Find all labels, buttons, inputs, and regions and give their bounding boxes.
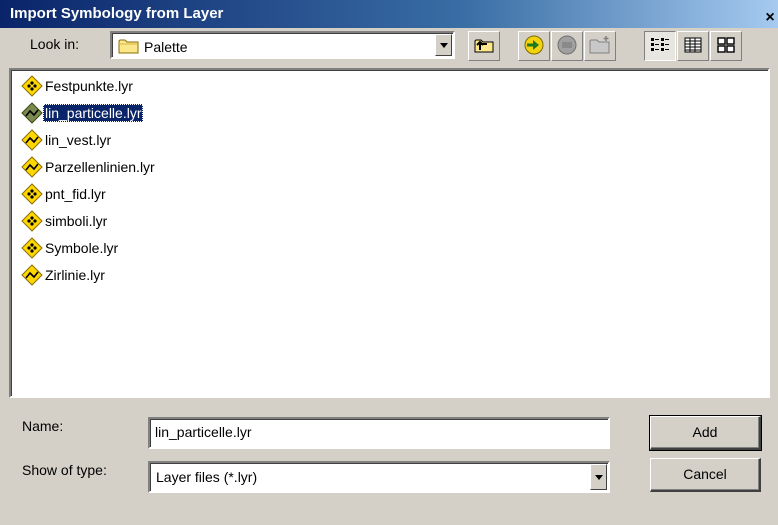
look-in-dropdown[interactable]: Palette: [110, 31, 455, 59]
list-item[interactable]: Parzellenlinien.lyr: [21, 155, 157, 179]
look-in-label: Look in:: [30, 36, 80, 52]
cancel-button[interactable]: Cancel: [650, 458, 761, 492]
show-of-type-dropdown[interactable]: Layer files (*.lyr): [148, 461, 610, 493]
file-name: lin_particelle.lyr: [43, 104, 144, 122]
close-icon[interactable]: ×: [760, 8, 778, 28]
name-value: lin_particelle.lyr: [155, 424, 252, 440]
list-view-button[interactable]: [644, 31, 676, 61]
file-list[interactable]: Festpunkte.lyr lin_particelle.lyr lin_ve…: [9, 68, 770, 398]
line-layer-icon: [21, 129, 43, 151]
thumbnails-view-icon: [716, 36, 736, 57]
point-layer-icon: [21, 75, 43, 97]
line-layer-icon: [21, 102, 43, 124]
details-view-icon: [683, 36, 703, 57]
folder-icon: [118, 37, 140, 58]
line-layer-icon: [21, 156, 43, 178]
list-item[interactable]: lin_particelle.lyr: [21, 101, 144, 125]
dialog-title: Import Symbology from Layer: [10, 5, 224, 22]
connect-folder-icon: [522, 34, 546, 59]
file-name: Festpunkte.lyr: [45, 78, 133, 94]
connect-folder-button[interactable]: [518, 31, 550, 61]
chevron-down-icon[interactable]: [590, 464, 607, 490]
list-item[interactable]: simboli.lyr: [21, 209, 109, 233]
title-bar[interactable]: Import Symbology from Layer ×: [0, 0, 778, 28]
show-of-type-label: Show of type:: [22, 462, 107, 478]
list-item[interactable]: Zirlinie.lyr: [21, 263, 107, 287]
list-view-icon: [650, 36, 670, 57]
file-name: simboli.lyr: [45, 213, 108, 229]
list-item[interactable]: lin_vest.lyr: [21, 128, 113, 152]
import-symbology-dialog: Import Symbology from Layer × Look in: P…: [0, 0, 778, 525]
point-layer-icon: [21, 183, 43, 205]
up-one-level-button[interactable]: [468, 31, 500, 61]
list-item[interactable]: Symbole.lyr: [21, 236, 120, 260]
details-view-button[interactable]: [677, 31, 709, 61]
list-item[interactable]: Festpunkte.lyr: [21, 74, 135, 98]
name-field[interactable]: lin_particelle.lyr: [148, 417, 610, 449]
file-name: lin_vest.lyr: [45, 132, 112, 148]
look-in-value: Palette: [144, 39, 188, 55]
point-layer-icon: [21, 210, 43, 232]
add-button[interactable]: Add: [649, 415, 762, 451]
line-layer-icon: [21, 264, 43, 286]
up-one-level-icon: [473, 35, 495, 58]
disconnect-folder-button[interactable]: [551, 31, 583, 61]
new-folder-button[interactable]: [584, 31, 616, 61]
chevron-down-icon[interactable]: [435, 34, 452, 56]
point-layer-icon: [21, 237, 43, 259]
show-of-type-value: Layer files (*.lyr): [156, 469, 258, 485]
thumbnails-view-button[interactable]: [710, 31, 742, 61]
new-folder-icon: [588, 34, 612, 59]
file-name: Parzellenlinien.lyr: [45, 159, 155, 175]
file-name: pnt_fid.lyr: [45, 186, 106, 202]
disconnect-folder-icon: [555, 34, 579, 59]
list-item[interactable]: pnt_fid.lyr: [21, 182, 108, 206]
file-name: Symbole.lyr: [45, 240, 119, 256]
name-label: Name:: [22, 418, 64, 434]
file-name: Zirlinie.lyr: [45, 267, 105, 283]
